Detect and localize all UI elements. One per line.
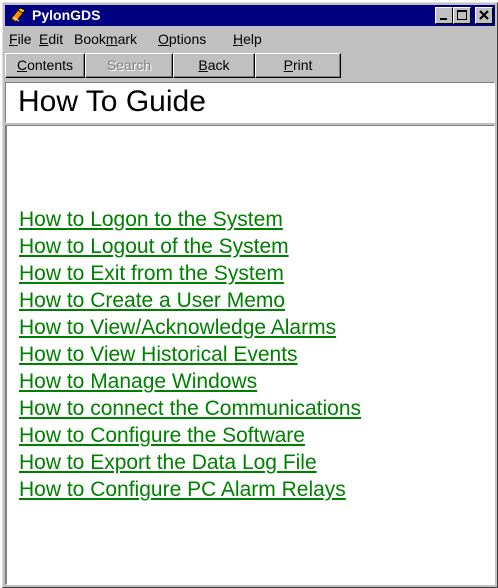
- menu-help-accel: H: [233, 31, 244, 47]
- topic-link-user-memo[interactable]: How to Create a User Memo: [19, 289, 285, 312]
- topic-link-communications[interactable]: How to connect the Communications: [19, 397, 361, 420]
- page-title: How To Guide: [18, 85, 206, 118]
- menu-edit-accel: E: [39, 31, 49, 47]
- list-item: How to connect the Communications: [19, 395, 361, 422]
- window-title: PylonGDS: [32, 7, 101, 23]
- title-bar[interactable]: PylonGDS: [5, 5, 495, 26]
- help-toolbar: Contents Search Back Print: [5, 52, 495, 79]
- list-item: How to Exit from the System: [19, 260, 361, 287]
- menu-bookmark-accel: m: [105, 31, 118, 47]
- topic-link-alarms[interactable]: How to View/Acknowledge Alarms: [19, 316, 336, 339]
- topic-heading-panel: How To Guide: [5, 82, 495, 123]
- minimize-icon: [440, 18, 447, 20]
- menu-help-label: elp: [243, 31, 262, 47]
- topic-link-list: How to Logon to the System How to Logout…: [19, 206, 361, 503]
- topic-link-configure-software[interactable]: How to Configure the Software: [19, 424, 305, 447]
- list-item: How to View/Acknowledge Alarms: [19, 314, 361, 341]
- menu-edit[interactable]: Edit: [39, 28, 63, 50]
- topic-content-panel: How to Logon to the System How to Logout…: [5, 125, 495, 585]
- menu-file[interactable]: File: [9, 28, 32, 50]
- list-item: How to Logon to the System: [19, 206, 361, 233]
- topic-link-logon[interactable]: How to Logon to the System: [19, 208, 283, 231]
- contents-button[interactable]: Contents: [5, 53, 85, 78]
- list-item: How to Configure PC Alarm Relays: [19, 476, 361, 503]
- menu-bookmark-pre: Book: [74, 31, 106, 47]
- back-accel: B: [198, 57, 208, 73]
- list-item: How to View Historical Events: [19, 341, 361, 368]
- back-label: ack: [207, 57, 230, 73]
- menu-bookmark[interactable]: Bookmark: [74, 28, 137, 50]
- list-item: How to Create a User Memo: [19, 287, 361, 314]
- print-label: rint: [292, 57, 313, 73]
- help-window: PylonGDS File Edit Bookmark Options Help…: [2, 2, 498, 588]
- close-icon: [479, 10, 489, 20]
- close-button[interactable]: [475, 7, 493, 24]
- search-button[interactable]: Search: [85, 53, 173, 78]
- topic-link-export-data-log[interactable]: How to Export the Data Log File: [19, 451, 317, 474]
- menu-file-accel: F: [9, 31, 18, 47]
- search-label: Search: [106, 57, 152, 73]
- menu-options-label: ptions: [168, 31, 207, 47]
- menu-bookmark-label: ark: [117, 31, 138, 47]
- topic-link-manage-windows[interactable]: How to Manage Windows: [19, 370, 257, 393]
- print-button[interactable]: Print: [255, 53, 341, 78]
- minimize-button[interactable]: [435, 7, 453, 24]
- pylon-app-icon: [10, 7, 26, 23]
- contents-label: ontents: [27, 57, 74, 73]
- print-accel: P: [283, 57, 293, 73]
- menu-options[interactable]: Options: [158, 28, 206, 50]
- menu-bar: File Edit Bookmark Options Help: [5, 28, 495, 50]
- maximize-button[interactable]: [453, 7, 471, 24]
- menu-edit-label: dit: [48, 31, 64, 47]
- menu-help[interactable]: Help: [233, 28, 262, 50]
- menu-file-label: ile: [17, 31, 32, 47]
- topic-link-exit[interactable]: How to Exit from the System: [19, 262, 284, 285]
- topic-link-historical-events[interactable]: How to View Historical Events: [19, 343, 298, 366]
- maximize-icon: [457, 10, 467, 20]
- topic-link-logout[interactable]: How to Logout of the System: [19, 235, 289, 258]
- contents-accel: C: [16, 57, 28, 73]
- list-item: How to Export the Data Log File: [19, 449, 361, 476]
- topic-link-alarm-relays[interactable]: How to Configure PC Alarm Relays: [19, 478, 346, 501]
- list-item: How to Logout of the System: [19, 233, 361, 260]
- back-button[interactable]: Back: [173, 53, 255, 78]
- list-item: How to Manage Windows: [19, 368, 361, 395]
- menu-options-accel: O: [158, 31, 169, 47]
- list-item: How to Configure the Software: [19, 422, 361, 449]
